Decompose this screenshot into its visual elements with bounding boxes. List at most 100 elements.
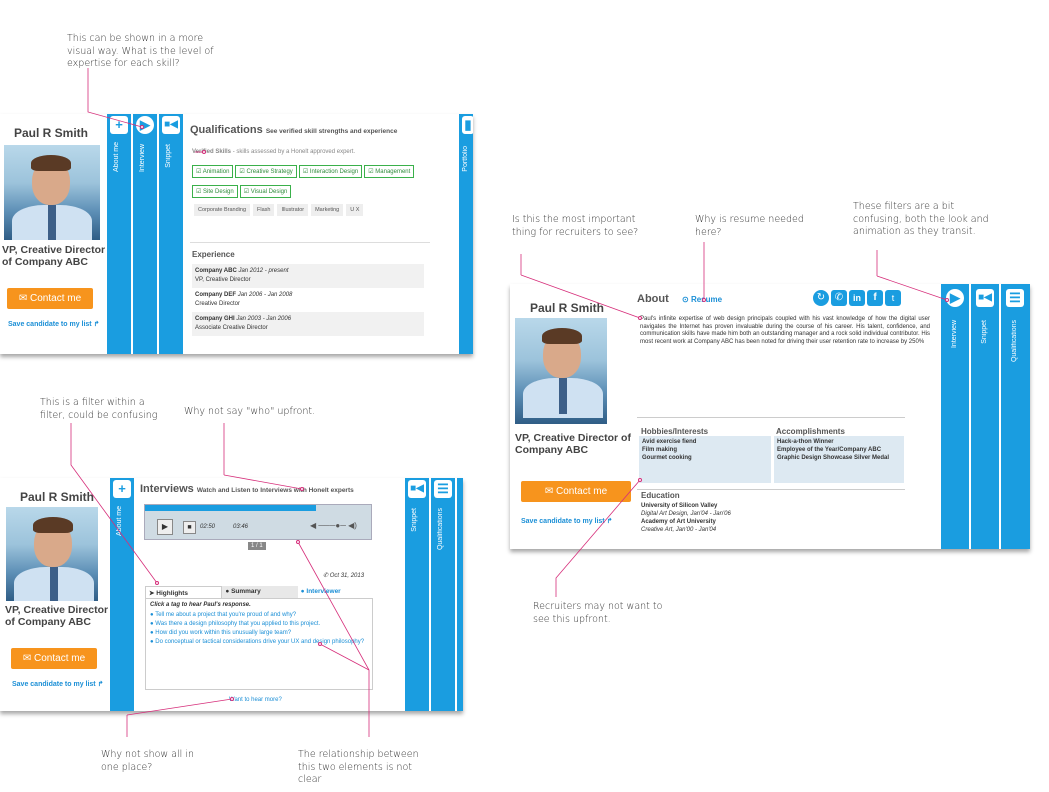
verified-skill-chip[interactable]: ☑ Visual Design bbox=[239, 185, 292, 198]
tab-portfolio[interactable]: ▮ Portfolio bbox=[458, 114, 473, 354]
current-time: 02:50 bbox=[200, 524, 216, 530]
note-recruiters: Recruiters may not want to see this upfr… bbox=[533, 601, 663, 625]
candidate-title: VP, Creative Director of Company ABC bbox=[2, 244, 106, 268]
skill-label: Creative Strategy bbox=[246, 169, 293, 175]
experience-role: VP, Creative Director bbox=[195, 277, 251, 283]
save-candidate-link[interactable]: Save candidate to my list ↱ bbox=[521, 517, 612, 525]
skill-chip[interactable]: Marketing bbox=[311, 204, 344, 216]
skill-chip[interactable]: Corporate Branding bbox=[194, 204, 251, 216]
annotation-dot bbox=[296, 540, 300, 544]
candidate-photo bbox=[6, 507, 98, 601]
education-list: University of Silicon Valley Digital Art … bbox=[641, 502, 841, 534]
want-more-link[interactable]: Want to hear more? bbox=[229, 696, 282, 704]
audio-player: ▶ ■ 02:50 03:46 ◀ ───●─ ◀) bbox=[144, 504, 372, 540]
save-candidate-link[interactable]: Save candidate to my list ↱ bbox=[12, 680, 103, 688]
profile-panel: Paul R Smith VP, Creative Director of Co… bbox=[510, 284, 635, 549]
verified-skill-chip[interactable]: ☑ Creative Strategy bbox=[235, 165, 297, 178]
note-show-all: Why not show all in one place? bbox=[101, 749, 194, 773]
volume-slider[interactable]: ◀ ───●─ ◀) bbox=[310, 521, 357, 530]
note-skill-visual: This can be shown in a more visual way. … bbox=[67, 33, 214, 69]
experience-company: Company DEF bbox=[195, 292, 237, 298]
accomplishment-item: Hack-a-thon Winner bbox=[777, 439, 834, 445]
annotation-dot bbox=[230, 697, 234, 701]
accomplishment-item: Employee of the Year/Company ABC bbox=[777, 447, 882, 453]
tab-about-me[interactable]: + About me bbox=[109, 478, 134, 711]
note-resume: Why is resume needed here? bbox=[695, 214, 804, 238]
qualifications-screen: Paul R Smith VP, Creative Director of Co… bbox=[0, 114, 473, 354]
note-most-important: Is this the most important thing for rec… bbox=[512, 214, 639, 238]
question-item[interactable]: ● Was there a design philosophy that you… bbox=[150, 620, 368, 628]
hobbies-list: Avid exercise fiend Film making Gourmet co… bbox=[639, 436, 771, 483]
linkedin-icon[interactable]: in bbox=[849, 290, 865, 306]
tab-interview[interactable]: ▶ Interview bbox=[940, 284, 969, 549]
hobbies-title: Hobbies/Interests bbox=[641, 427, 709, 436]
tab-qualifications[interactable]: ☰ Qualifications bbox=[430, 478, 455, 711]
about-screen: Paul R Smith VP, Creative Director of Co… bbox=[510, 284, 1030, 549]
skill-label: Interaction Design bbox=[309, 169, 359, 175]
candidate-name: Paul R Smith bbox=[530, 301, 605, 315]
tab-snippet[interactable]: ■◀ Snippet bbox=[970, 284, 999, 549]
skill-chip[interactable]: Illustrator bbox=[277, 204, 309, 216]
skill-chip[interactable]: U X bbox=[346, 204, 364, 216]
experience-company: Company ABC bbox=[195, 268, 237, 274]
audio-progress[interactable] bbox=[145, 505, 316, 511]
save-candidate-link[interactable]: Save candidate to my list ↱ bbox=[8, 320, 99, 328]
skill-label: Animation bbox=[202, 169, 230, 175]
facebook-icon[interactable]: f bbox=[867, 290, 883, 306]
contact-button[interactable]: ✉ Contact me bbox=[521, 481, 631, 502]
experience-item: Company DEF Jan 2006 - Jan 2008 Creative … bbox=[192, 288, 424, 312]
play-icon: ▶ bbox=[136, 116, 154, 134]
verified-skill-chip[interactable]: ☑ Site Design bbox=[192, 185, 238, 198]
other-skills-list: Corporate Branding Flash Illustrator Market… bbox=[194, 198, 429, 216]
question-item[interactable]: ● Do conceptual or tactical consideratio… bbox=[150, 638, 368, 646]
page-indicator: 1 / 1 bbox=[248, 542, 266, 550]
verified-skill-chip[interactable]: ☑ Interaction Design bbox=[298, 165, 363, 178]
video-icon: ■◀ bbox=[976, 289, 994, 307]
profile-panel: Paul R Smith VP, Creative Director of Co… bbox=[0, 478, 108, 711]
annotation-dot bbox=[318, 642, 322, 646]
annotation-dot bbox=[300, 487, 304, 491]
verified-skill-chip[interactable]: ☑ Management bbox=[364, 165, 415, 178]
profile-panel: Paul R Smith VP, Creative Director of Co… bbox=[0, 114, 105, 354]
accomplishments-list: Hack-a-thon Winner Employee of the Year/C… bbox=[774, 436, 904, 483]
annotation-dot bbox=[638, 478, 642, 482]
tab-interview[interactable]: ▶ Interview bbox=[132, 114, 157, 354]
tab-snippet[interactable]: ■◀ Snippet bbox=[158, 114, 183, 354]
contact-button[interactable]: ✉ Contact me bbox=[7, 288, 93, 309]
question-item[interactable]: ● Tell me about a project that you're pr… bbox=[150, 611, 368, 619]
interviews-screen: Paul R Smith VP, Creative Director of Co… bbox=[0, 478, 463, 711]
social-icons: ↻ ✆ in f t bbox=[813, 290, 901, 306]
verified-skill-chip[interactable]: ☑ Animation bbox=[192, 165, 234, 178]
briefcase-icon: ▮ bbox=[462, 116, 473, 134]
refresh-icon[interactable]: ↻ bbox=[813, 290, 829, 306]
phone-icon[interactable]: ✆ bbox=[831, 290, 847, 306]
annotation-dot bbox=[155, 581, 159, 585]
highlights-prompt: Click a tag to hear Paul's response. bbox=[150, 602, 251, 608]
question-text: How did you work within this unusually l… bbox=[155, 630, 292, 636]
twitter-icon[interactable]: t bbox=[885, 290, 901, 306]
stop-button[interactable]: ■ bbox=[183, 521, 196, 534]
candidate-title: VP, Creative Director of Company ABC bbox=[5, 604, 109, 628]
plus-icon: + bbox=[113, 480, 131, 498]
tab-about-me[interactable]: + About me bbox=[106, 114, 131, 354]
skill-label: Visual Design bbox=[250, 189, 288, 195]
tab-highlights[interactable]: ➤ Highlights bbox=[145, 586, 223, 598]
list-icon: ☰ bbox=[1006, 289, 1024, 307]
play-button[interactable]: ▶ bbox=[157, 519, 173, 535]
skill-chip[interactable]: Flash bbox=[253, 204, 275, 216]
skill-label: Site Design bbox=[203, 189, 234, 195]
interview-date: ✆ Oct 31, 2013 bbox=[323, 573, 365, 579]
tab-portfolio[interactable] bbox=[456, 478, 463, 711]
note-filter-in-filter: This is a filter within a filter, could … bbox=[40, 397, 158, 421]
annotation-dot bbox=[638, 316, 642, 320]
education-title: Education bbox=[641, 491, 680, 500]
interview-tabs: ➤ Highlights ● Summary ● Interviewer bbox=[145, 586, 373, 598]
tab-summary[interactable]: ● Summary bbox=[222, 586, 298, 598]
tab-snippet[interactable]: ■◀ Snippet bbox=[404, 478, 429, 711]
tab-interviewer[interactable]: ● Interviewer bbox=[297, 586, 373, 598]
contact-button[interactable]: ✉ Contact me bbox=[11, 648, 97, 669]
note-relationship: The relationship between this two elemen… bbox=[298, 749, 419, 785]
annotation-dot bbox=[702, 298, 706, 302]
question-item[interactable]: ● How did you work within this unusually… bbox=[150, 629, 368, 637]
tab-qualifications[interactable]: ☰ Qualifications bbox=[1000, 284, 1030, 549]
